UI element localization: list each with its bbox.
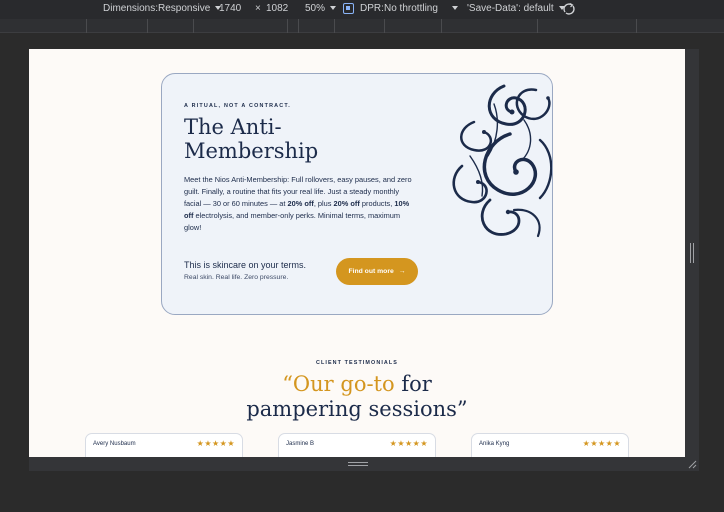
device-toolbar: Dimensions: Responsive 1740 × 1082 50% D… xyxy=(0,0,724,19)
dpr-label: DPR: xyxy=(360,3,384,14)
hero-body: Meet the Nios Anti-Membership: Full roll… xyxy=(184,175,412,232)
testimonial-card: Avery Nusbaum ★★★★★ xyxy=(85,433,243,457)
hero-eyebrow: A RITUAL, NOT A CONTRACT. xyxy=(184,103,291,109)
dimensions-label: Dimensions: xyxy=(103,3,159,14)
corner-resize-icon[interactable] xyxy=(688,460,697,469)
chevron-down-icon xyxy=(451,6,458,11)
anti-membership-card: A RITUAL, NOT A CONTRACT. The Anti-Membe… xyxy=(161,73,553,315)
baroque-ornament-icon xyxy=(452,84,552,238)
height-input[interactable]: 1082 xyxy=(266,3,288,14)
testimonial-card: Anika Kyng ★★★★★ xyxy=(471,433,629,457)
testimonials-headline: “Our go-to for pampering sessions” xyxy=(29,372,685,422)
star-rating-icon: ★★★★★ xyxy=(196,439,235,448)
headline-highlight: “Our go-to xyxy=(282,372,395,396)
save-data-value: 'Save-Data': default xyxy=(467,3,554,14)
find-out-more-label: Find out more xyxy=(348,268,394,275)
testimonial-card: Jasmine B ★★★★★ xyxy=(278,433,436,457)
testimonials-eyebrow: CLIENT TESTIMONIALS xyxy=(316,360,398,366)
reviewer-name: Jasmine B xyxy=(286,441,315,447)
device-select[interactable]: Responsive xyxy=(158,3,222,14)
rotate-icon[interactable] xyxy=(562,2,576,16)
media-query-ruler[interactable] xyxy=(0,19,724,33)
star-rating-icon: ★★★★★ xyxy=(389,439,428,448)
hero-subtagline: Real skin. Real life. Zero pressure. xyxy=(184,274,289,281)
throttling-select[interactable]: No throttling xyxy=(384,3,458,14)
find-out-more-button[interactable]: Find out more → xyxy=(336,258,418,285)
reviewer-name: Avery Nusbaum xyxy=(93,441,136,447)
resize-handle-icon[interactable] xyxy=(348,462,368,466)
star-rating-icon: ★★★★★ xyxy=(582,439,621,448)
chevron-down-icon xyxy=(330,6,337,11)
width-input[interactable]: 1740 xyxy=(219,3,241,14)
hero-title: The Anti-Membership xyxy=(184,115,319,163)
arrow-right-icon: → xyxy=(398,268,406,275)
reviewer-name: Anika Kyng xyxy=(479,441,510,447)
throttling-value: No throttling xyxy=(384,3,438,14)
save-data-select[interactable]: 'Save-Data': default xyxy=(467,3,565,14)
headline-rest: for xyxy=(394,372,432,396)
zoom-select[interactable]: 50% xyxy=(305,3,337,14)
times-sign: × xyxy=(255,3,261,14)
emulated-viewport: A RITUAL, NOT A CONTRACT. The Anti-Membe… xyxy=(29,49,685,457)
dpr-icon[interactable] xyxy=(343,3,354,14)
device-select-value: Responsive xyxy=(158,3,211,14)
hero-tagline: This is skincare on your terms. xyxy=(184,260,307,270)
zoom-value: 50% xyxy=(305,3,326,14)
headline-line-two: pampering sessions” xyxy=(246,397,468,421)
resize-handle-icon[interactable] xyxy=(690,243,694,263)
